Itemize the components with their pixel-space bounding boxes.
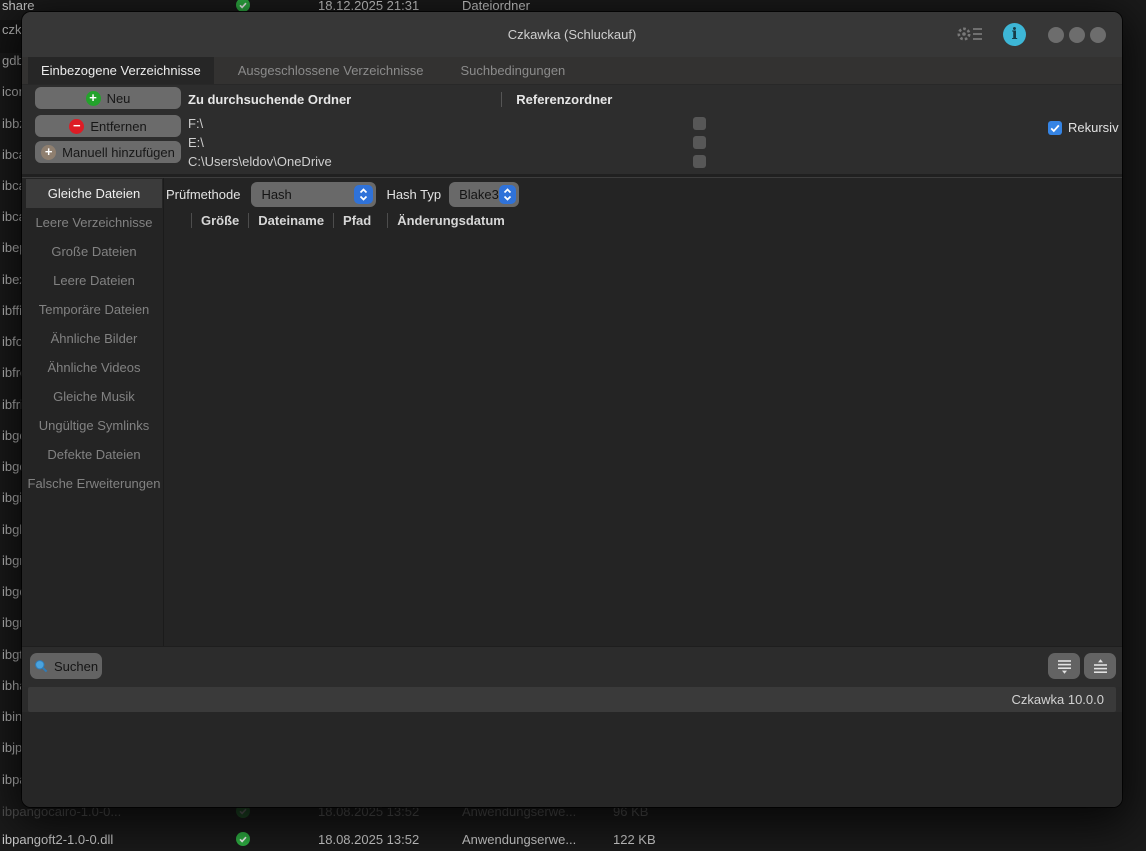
divider	[191, 213, 192, 228]
minus-icon: −	[69, 119, 84, 134]
manual-add-directory-label: Manuell hinzufügen	[62, 145, 175, 160]
file-type: Anwendungserwe...	[462, 832, 576, 847]
reference-folders-header: Referenzordner	[516, 92, 612, 107]
file-size: 122 KB	[613, 832, 656, 847]
status-bar: Czkawka 10.0.0	[28, 687, 1116, 712]
directory-path[interactable]: E:\	[188, 135, 204, 150]
search-button[interactable]: Suchen	[30, 653, 102, 679]
main-area: Gleiche Dateien Leere Verzeichnisse Groß…	[22, 178, 1122, 646]
remove-directory-label: Entfernen	[90, 119, 146, 134]
column-modified-date[interactable]: Änderungsdatum	[397, 213, 505, 228]
tab-excluded-directories[interactable]: Ausgeschlossene Verzeichnisse	[225, 57, 437, 84]
info-icon[interactable]: i	[1003, 23, 1026, 46]
column-path[interactable]: Pfad	[343, 213, 371, 228]
sidebar-item-broken-files[interactable]: Defekte Dateien	[26, 440, 162, 469]
sidebar-item-invalid-symlinks[interactable]: Ungültige Symlinks	[26, 411, 162, 440]
plus-icon: +	[86, 91, 101, 106]
directory-path[interactable]: C:\Users\eldov\OneDrive	[188, 154, 332, 169]
directories-header-row: Zu durchsuchende Ordner Referenzordner	[188, 91, 612, 108]
add-directory-label: Neu	[107, 91, 131, 106]
directories-panel: + Neu − Entfernen + Manuell hinzufügen Z…	[22, 85, 1122, 174]
hash-type-value: Blake3	[459, 187, 499, 202]
recursive-checkbox[interactable]	[1048, 121, 1062, 135]
tool-sidebar: Gleiche Dateien Leere Verzeichnisse Groß…	[26, 179, 162, 498]
plus-icon: +	[41, 145, 56, 160]
check-method-label: Prüfmethode	[166, 187, 240, 202]
sidebar-divider	[163, 178, 164, 646]
window-maximize-button[interactable]	[1069, 27, 1085, 43]
divider	[248, 213, 249, 228]
column-filename[interactable]: Dateiname	[258, 213, 324, 228]
select-lower-button[interactable]	[1048, 653, 1080, 679]
directories-tabbar: Einbezogene Verzeichnisse Ausgeschlossen…	[22, 57, 1122, 85]
file-date: 18.08.2025 13:52	[318, 832, 419, 847]
lines-arrow-down-icon	[1056, 658, 1073, 675]
sidebar-item-bad-extensions[interactable]: Falsche Erweiterungen	[26, 469, 162, 498]
sidebar-item-temporary-files[interactable]: Temporäre Dateien	[26, 295, 162, 324]
search-label: Suchen	[54, 659, 98, 674]
recursive-label[interactable]: Rekursiv	[1068, 120, 1119, 135]
sidebar-item-empty-files[interactable]: Leere Dateien	[26, 266, 162, 295]
directory-path[interactable]: F:\	[188, 116, 203, 131]
window-minimize-button[interactable]	[1048, 27, 1064, 43]
sync-ok-icon	[236, 832, 250, 849]
add-directory-button[interactable]: + Neu	[35, 87, 181, 109]
arrow-up-lines-icon	[1092, 658, 1109, 675]
background-file-row: ibpangoft2-1.0-0.dll 18.08.2025 13:52 An…	[0, 832, 1146, 848]
window-footer-area	[22, 712, 1122, 807]
titlebar[interactable]: Czkawka (Schluckauf) i	[22, 12, 1122, 57]
sidebar-item-similar-images[interactable]: Ähnliche Bilder	[26, 324, 162, 353]
hash-type-label: Hash Typ	[386, 187, 441, 202]
settings-list-icon[interactable]	[956, 24, 984, 44]
tab-search-conditions[interactable]: Suchbedingungen	[447, 57, 578, 84]
czkawka-window: Czkawka (Schluckauf) i Einbezogene Ve	[22, 12, 1122, 807]
file-name: ibpangoft2-1.0-0.dll	[2, 832, 113, 847]
app-version: Czkawka 10.0.0	[1012, 687, 1105, 712]
sidebar-item-duplicate-files[interactable]: Gleiche Dateien	[26, 179, 162, 208]
select-upper-button[interactable]	[1084, 653, 1116, 679]
hash-type-select[interactable]: Blake3	[449, 182, 519, 207]
divider	[501, 92, 502, 107]
reference-checkbox[interactable]	[693, 136, 706, 149]
sidebar-item-same-music[interactable]: Gleiche Musik	[26, 382, 162, 411]
chevron-updown-icon	[354, 185, 373, 204]
manual-add-directory-button[interactable]: + Manuell hinzufügen	[35, 141, 181, 163]
desktop-background: share 18.12.2025 21:31 Dateiordner czka …	[0, 0, 1146, 851]
check-method-select[interactable]: Hash	[251, 182, 376, 207]
sidebar-item-empty-directories[interactable]: Leere Verzeichnisse	[26, 208, 162, 237]
check-method-value: Hash	[261, 187, 354, 202]
reference-checkbox[interactable]	[693, 155, 706, 168]
reference-checkbox[interactable]	[693, 117, 706, 130]
divider	[387, 213, 388, 228]
search-folders-header: Zu durchsuchende Ordner	[188, 92, 351, 107]
chevron-updown-icon	[499, 185, 516, 204]
sidebar-item-big-files[interactable]: Große Dateien	[26, 237, 162, 266]
bottom-toolbar: Suchen	[22, 646, 1122, 687]
magnifier-icon	[34, 659, 48, 673]
remove-directory-button[interactable]: − Entfernen	[35, 115, 181, 137]
hash-settings-row: Prüfmethode Hash Hash Typ Blake3	[166, 181, 519, 207]
divider	[333, 213, 334, 228]
sidebar-item-similar-videos[interactable]: Ähnliche Videos	[26, 353, 162, 382]
window-close-button[interactable]	[1090, 27, 1106, 43]
results-table-header: Größe Dateiname Pfad Änderungsdatum	[182, 209, 505, 231]
tab-included-directories[interactable]: Einbezogene Verzeichnisse	[28, 57, 214, 84]
column-size[interactable]: Größe	[201, 213, 239, 228]
